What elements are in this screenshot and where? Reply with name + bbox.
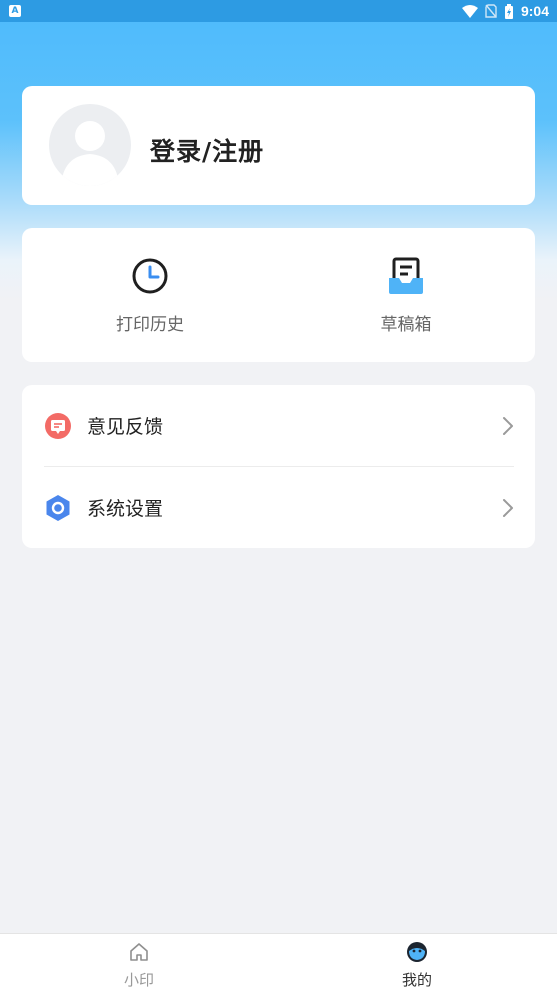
- app-notification-icon: A: [9, 5, 21, 17]
- avatar[interactable]: [49, 104, 131, 186]
- menu-item-settings[interactable]: 系统设置: [22, 467, 535, 548]
- menu-item-label: 意见反馈: [87, 416, 164, 438]
- chevron-right-icon: [503, 499, 513, 517]
- profile-card[interactable]: 登录/注册: [22, 86, 535, 205]
- shortcut-drafts[interactable]: 草稿箱: [278, 228, 534, 362]
- home-icon: [130, 943, 148, 961]
- shortcut-print-history[interactable]: 打印历史: [22, 228, 278, 362]
- shortcut-label: 打印历史: [116, 315, 184, 335]
- tab-label: 我的: [401, 971, 432, 989]
- tab-label: 小印: [123, 971, 154, 989]
- tab-profile[interactable]: 我的: [278, 934, 556, 996]
- chevron-right-icon: [503, 417, 513, 435]
- no-sim-icon: [485, 4, 497, 18]
- settings-hexagon-icon: [46, 495, 70, 521]
- status-bar: A 9:04: [0, 0, 557, 22]
- settings-menu-card: 意见反馈 系统设置: [22, 385, 535, 548]
- clock-icon: [132, 258, 168, 294]
- profile-face-icon: [407, 942, 427, 962]
- status-time: 9:04: [520, 3, 549, 19]
- menu-item-label: 系统设置: [87, 498, 164, 520]
- wifi-icon: [461, 4, 478, 18]
- login-register-link[interactable]: 登录/注册: [150, 132, 264, 168]
- tab-home[interactable]: 小印: [0, 934, 278, 996]
- battery-icon: [504, 3, 513, 19]
- drafts-tray-icon: [389, 257, 423, 294]
- menu-item-feedback[interactable]: 意见反馈: [22, 385, 535, 466]
- feedback-icon: [45, 413, 71, 439]
- shortcuts-card: 打印历史 草稿箱: [22, 228, 535, 362]
- shortcut-label: 草稿箱: [380, 315, 432, 335]
- default-avatar-icon: [61, 121, 119, 186]
- bottom-tab-bar: 小印 我的: [0, 933, 557, 996]
